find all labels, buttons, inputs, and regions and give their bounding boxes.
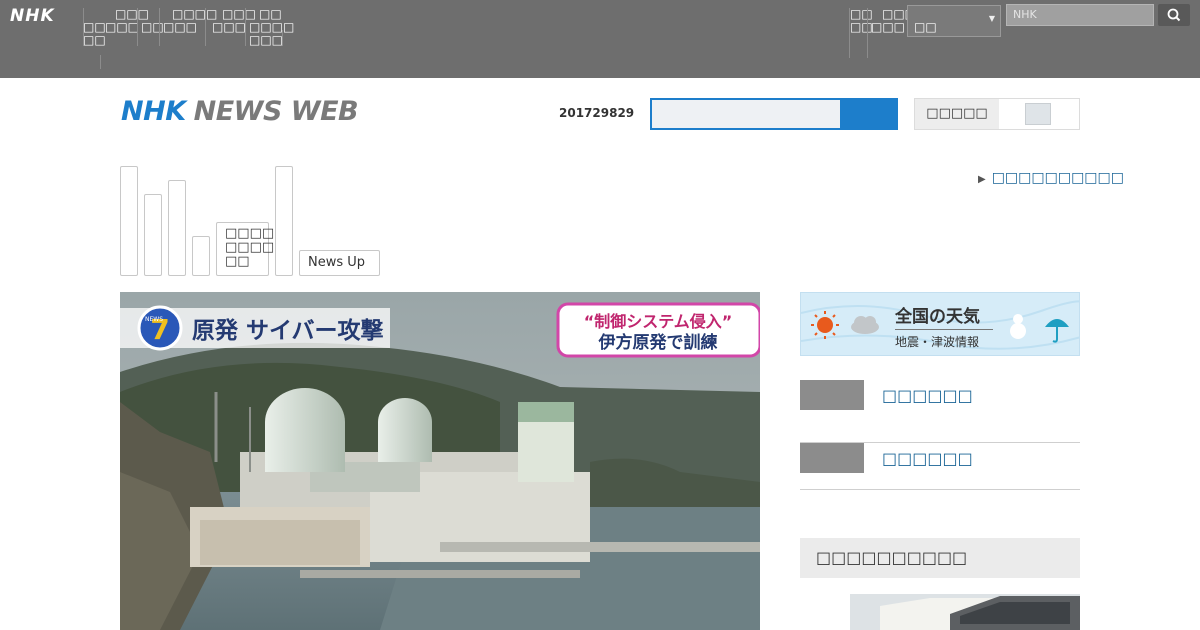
news-web-logo[interactable]: NHK NEWS WEB: [121, 96, 359, 127]
side-link-thumbnail: [800, 443, 864, 473]
nhk-logo[interactable]: NHK: [10, 6, 55, 26]
nav-item-right-1[interactable]: □□ □□: [850, 8, 873, 34]
region-select[interactable]: □□ ▼: [907, 5, 1001, 37]
category-tab[interactable]: [275, 166, 293, 276]
triangle-right-icon: ▶: [978, 174, 986, 185]
hero-caption-2: 伊方原発で訓練: [598, 332, 718, 353]
sun-icon: [811, 311, 839, 339]
category-tab-news-up[interactable]: News Up: [299, 250, 380, 276]
nuclear-plant-photo: 7 NEWS 原発 サイバー攻撃 “制御システム侵入” 伊方原発で訓練: [120, 292, 760, 630]
nav-item-6[interactable]: □□ □□□□ □□□: [249, 8, 294, 47]
category-tab[interactable]: [144, 194, 162, 276]
weather-title: 全国の天気: [895, 307, 980, 327]
side-link-thumbnail: [800, 380, 864, 410]
side-link-item[interactable]: □□□□□□: [800, 380, 1080, 443]
subtitle-toggle-label: □□□□□: [915, 99, 999, 129]
cloud-icon: [851, 316, 879, 334]
side-article-photo[interactable]: [850, 594, 1080, 630]
top-search-button[interactable]: [1158, 4, 1190, 26]
category-tab[interactable]: [120, 166, 138, 276]
date-display: 201729829: [559, 106, 635, 120]
top-search-input[interactable]: NHK: [1006, 4, 1154, 26]
snowman-icon: [1010, 314, 1026, 339]
weather-subtitle: 地震・津波情報: [895, 335, 980, 349]
umbrella-icon: [1045, 319, 1069, 343]
weather-divider: [895, 329, 993, 330]
toggle-switch[interactable]: [1025, 103, 1051, 125]
magnifier-icon: [1167, 8, 1181, 22]
category-tab[interactable]: [192, 236, 210, 276]
hero-news-image[interactable]: 7 NEWS 原発 サイバー攻撃 “制御システム侵入” 伊方原発で訓練: [120, 292, 760, 630]
nav-item-4[interactable]: □□□□ □□□: [163, 8, 217, 34]
side-link-label: □□□□□□: [882, 449, 973, 468]
subtitle-toggle[interactable]: □□□□□: [914, 98, 1080, 130]
hero-headline: 原発 サイバー攻撃: [192, 317, 384, 344]
chevron-down-icon: ▼: [988, 14, 995, 23]
nav-item-3[interactable]: □□: [141, 21, 164, 34]
ranking-link[interactable]: ▶ □□□□□□□□□□: [978, 170, 1124, 186]
main-search-button[interactable]: [842, 98, 898, 130]
side-link-item[interactable]: □□□□□□: [800, 443, 1080, 490]
category-tab[interactable]: □□□□ □□□□ □□: [216, 222, 274, 276]
side-section-title: □□□□□□□□□□: [800, 538, 1080, 578]
hero-caption-1: “制御システム侵入”: [584, 312, 733, 331]
weather-banner[interactable]: 全国の天気 地震・津波情報: [800, 292, 1080, 356]
nav-item-1[interactable]: □□ □□: [83, 8, 106, 47]
main-search-input[interactable]: [650, 98, 842, 130]
global-nav-bar: NHK □□ □□ □□□ □□□ □□ □□□□ □□□ □□□ □□□ □□…: [0, 0, 1200, 78]
side-link-label: □□□□□□: [882, 386, 973, 405]
news7-small: NEWS: [145, 316, 163, 323]
category-tab[interactable]: [168, 180, 186, 276]
